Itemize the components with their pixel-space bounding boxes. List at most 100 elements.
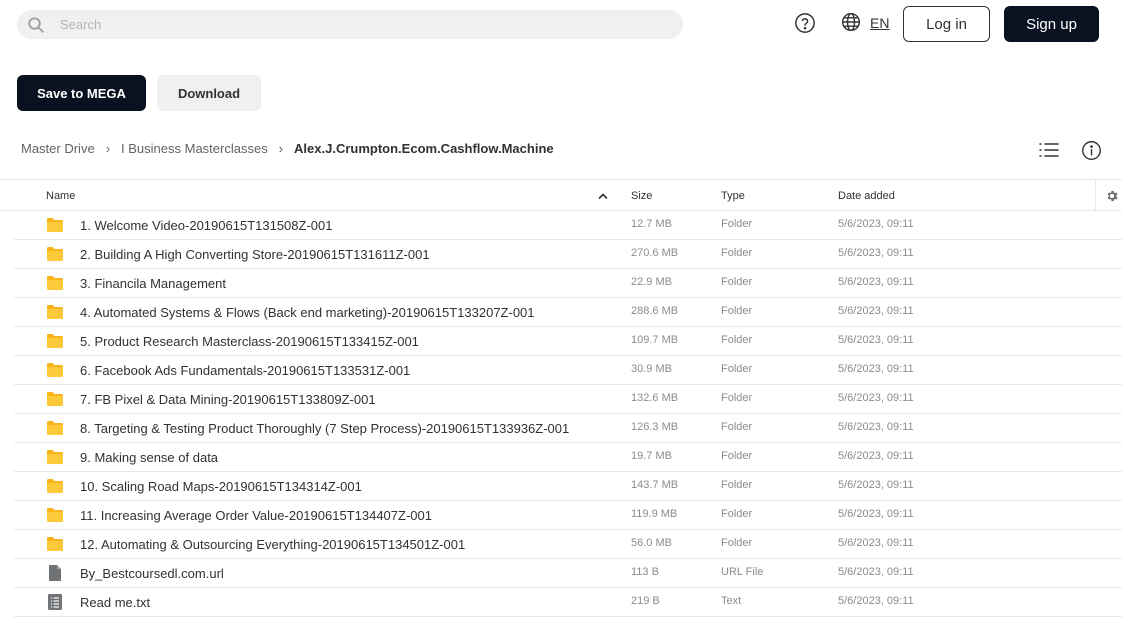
url-file-icon <box>46 564 64 582</box>
row-date: 5/6/2023, 09:11 <box>838 247 914 259</box>
table-row[interactable]: 7. FB Pixel & Data Mining-20190615T13380… <box>14 385 1122 414</box>
globe-icon[interactable] <box>841 12 861 32</box>
row-size: 143.7 MB <box>631 479 679 491</box>
breadcrumb: Master Drive › I Business Masterclasses … <box>21 141 554 156</box>
row-name: 11. Increasing Average Order Value-20190… <box>80 508 432 523</box>
table-body: 1. Welcome Video-20190615T131508Z-001 12.… <box>0 211 1122 617</box>
row-date: 5/6/2023, 09:11 <box>838 508 914 520</box>
signup-button[interactable]: Sign up <box>1004 6 1099 42</box>
row-size: 126.3 MB <box>631 421 679 433</box>
search-icon <box>28 16 44 33</box>
row-date: 5/6/2023, 09:11 <box>838 305 914 317</box>
language-link[interactable]: EN <box>870 15 889 31</box>
row-date: 5/6/2023, 09:11 <box>838 450 914 462</box>
row-size: 30.9 MB <box>631 363 672 375</box>
breadcrumb-item-business-masterclasses[interactable]: I Business Masterclasses <box>121 141 268 156</box>
row-type: Folder <box>721 392 753 404</box>
row-type: Folder <box>721 363 753 375</box>
row-name: 4. Automated Systems & Flows (Back end m… <box>80 305 535 320</box>
table-row[interactable]: 1. Welcome Video-20190615T131508Z-001 12.… <box>14 211 1122 240</box>
column-header-size[interactable]: Size <box>631 190 652 202</box>
row-name: 2. Building A High Converting Store-2019… <box>80 247 430 262</box>
row-name: By_Bestcoursedl.com.url <box>80 566 224 581</box>
search-input[interactable] <box>60 17 620 32</box>
row-name: 3. Financila Management <box>80 276 226 291</box>
folder-icon <box>46 419 64 437</box>
row-name: 1. Welcome Video-20190615T131508Z-001 <box>80 218 333 233</box>
row-date: 5/6/2023, 09:11 <box>838 537 914 549</box>
column-header-date[interactable]: Date added <box>838 190 895 202</box>
row-date: 5/6/2023, 09:11 <box>838 392 914 404</box>
table-row[interactable]: 2. Building A High Converting Store-2019… <box>14 240 1122 269</box>
save-to-mega-button[interactable]: Save to MEGA <box>17 75 146 111</box>
table-row[interactable]: 6. Facebook Ads Fundamentals-20190615T13… <box>14 356 1122 385</box>
row-type: Folder <box>721 508 753 520</box>
row-date: 5/6/2023, 09:11 <box>838 363 914 375</box>
sort-ascending-icon[interactable] <box>598 192 608 200</box>
row-size: 19.7 MB <box>631 450 672 462</box>
row-name: 10. Scaling Road Maps-20190615T134314Z-0… <box>80 479 362 494</box>
folder-icon <box>46 303 64 321</box>
row-size: 119.9 MB <box>631 508 678 520</box>
table-row[interactable]: 9. Making sense of data 19.7 MB Folder 5/6/… <box>14 443 1122 472</box>
row-type: Folder <box>721 247 753 259</box>
column-settings[interactable] <box>1095 180 1122 211</box>
row-name: 6. Facebook Ads Fundamentals-20190615T13… <box>80 363 411 378</box>
row-type: Folder <box>721 218 753 230</box>
row-name: 9. Making sense of data <box>80 450 219 465</box>
row-name: 12. Automating & Outsourcing Everything-… <box>80 537 466 552</box>
folder-icon <box>46 390 64 408</box>
row-size: 56.0 MB <box>631 537 672 549</box>
login-button[interactable]: Log in <box>903 6 990 42</box>
table-row[interactable]: 8. Targeting & Testing Product Thoroughl… <box>14 414 1122 443</box>
text-file-icon <box>46 593 64 611</box>
download-button[interactable]: Download <box>157 75 261 111</box>
table-row[interactable]: 12. Automating & Outsourcing Everything-… <box>14 530 1122 559</box>
help-icon[interactable] <box>794 12 816 34</box>
table-row[interactable]: 5. Product Research Masterclass-20190615… <box>14 327 1122 356</box>
row-size: 288.6 MB <box>631 305 679 317</box>
table-row[interactable]: 11. Increasing Average Order Value-20190… <box>14 501 1122 530</box>
table-row[interactable]: By_Bestcoursedl.com.url 113 B URL File 5/6/… <box>14 559 1122 588</box>
row-size: 22.9 MB <box>631 276 672 288</box>
row-size: 12.7 MB <box>631 218 672 230</box>
row-type: Folder <box>721 450 753 462</box>
column-header-type[interactable]: Type <box>721 190 745 202</box>
row-type: Text <box>721 595 742 607</box>
table-row[interactable]: Read me.txt 219 B Text 5/6/2023, 09:11 <box>14 588 1122 617</box>
row-size: 113 B <box>631 566 659 578</box>
row-type: Folder <box>721 421 753 433</box>
row-type: Folder <box>721 334 753 346</box>
folder-icon <box>46 274 64 292</box>
folder-icon <box>46 361 64 379</box>
gear-icon[interactable] <box>1105 189 1119 203</box>
row-date: 5/6/2023, 09:11 <box>838 566 914 578</box>
row-size: 109.7 MB <box>631 334 679 346</box>
folder-icon <box>46 506 64 524</box>
folder-icon <box>46 332 64 350</box>
row-date: 5/6/2023, 09:11 <box>838 421 914 433</box>
row-name: 7. FB Pixel & Data Mining-20190615T13380… <box>80 392 376 407</box>
row-type: Folder <box>721 479 753 491</box>
row-date: 5/6/2023, 09:11 <box>838 276 914 288</box>
row-type: URL File <box>721 566 764 578</box>
column-header-name[interactable]: Name <box>46 190 75 202</box>
table-row[interactable]: 3. Financila Management 22.9 MB Folder 5/6/… <box>14 269 1122 298</box>
row-type: Folder <box>721 276 753 288</box>
breadcrumb-current: Alex.J.Crumpton.Ecom.Cashflow.Machine <box>294 141 554 156</box>
row-size: 270.6 MB <box>631 247 679 259</box>
folder-icon <box>46 216 64 234</box>
breadcrumb-item-master-drive[interactable]: Master Drive <box>21 141 95 156</box>
search-bar[interactable] <box>17 10 683 39</box>
info-icon[interactable] <box>1081 140 1102 161</box>
table-header: Name Size Type Date added <box>0 179 1122 211</box>
row-size: 132.6 MB <box>631 392 679 404</box>
table-row[interactable]: 4. Automated Systems & Flows (Back end m… <box>14 298 1122 327</box>
chevron-right-icon: › <box>278 141 284 156</box>
list-view-icon[interactable] <box>1038 140 1060 160</box>
row-date: 5/6/2023, 09:11 <box>838 334 914 346</box>
row-date: 5/6/2023, 09:11 <box>838 479 914 491</box>
row-type: Folder <box>721 305 753 317</box>
file-table: Name Size Type Date added 1. Welcome Vid… <box>0 179 1122 617</box>
table-row[interactable]: 10. Scaling Road Maps-20190615T134314Z-0… <box>14 472 1122 501</box>
